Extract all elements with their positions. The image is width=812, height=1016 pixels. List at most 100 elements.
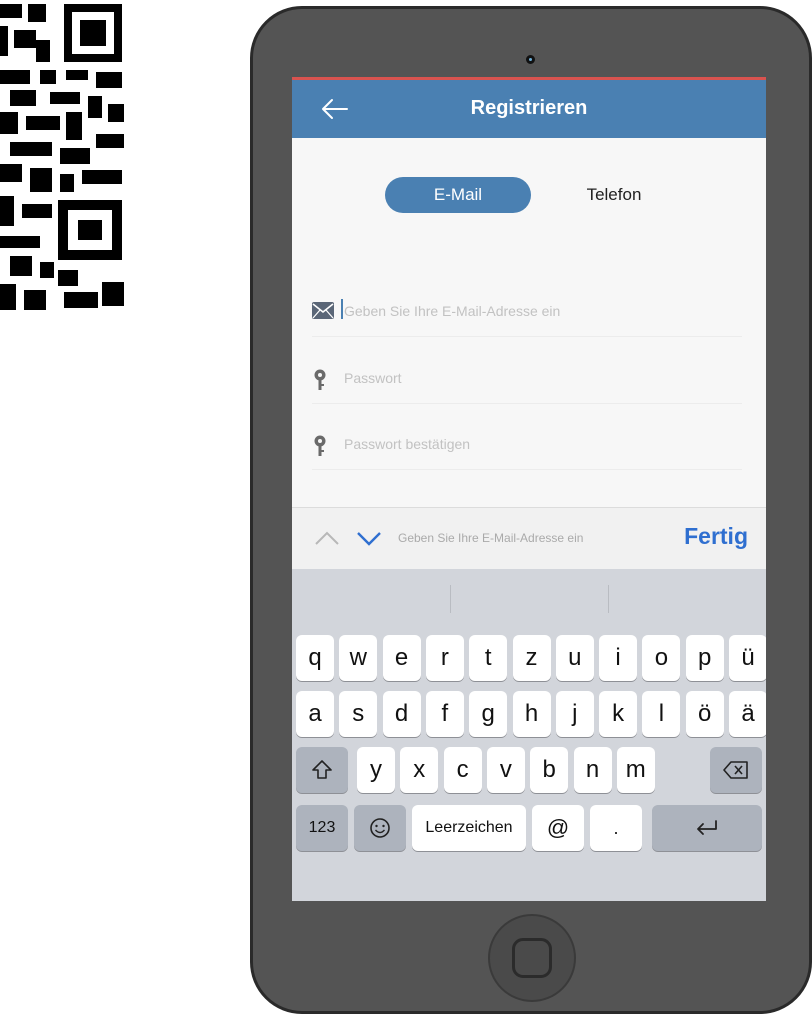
key-letter[interactable]: y xyxy=(357,747,395,793)
key-letter[interactable]: f xyxy=(425,691,464,737)
key-letter-label: q xyxy=(308,644,322,671)
key-letter-label: s xyxy=(352,700,365,727)
shift-key[interactable] xyxy=(296,747,348,793)
key-letter[interactable]: v xyxy=(486,747,525,793)
numbers-key-label: 123 xyxy=(308,819,336,836)
backspace-key[interactable] xyxy=(710,747,762,793)
key-letter[interactable]: o xyxy=(642,635,681,681)
home-button[interactable] xyxy=(488,914,576,1002)
tab-phone[interactable]: Telefon xyxy=(569,177,659,213)
key-letter-label: ä xyxy=(741,700,755,727)
key-letter-label: c xyxy=(456,756,469,783)
dot-key[interactable]: . xyxy=(590,805,642,851)
key-letter[interactable]: l xyxy=(642,691,681,737)
confirm-password-input[interactable] xyxy=(342,431,736,457)
nav-bar: Registrieren xyxy=(292,80,766,138)
suggestion-bar xyxy=(292,569,766,629)
tab-switcher: E-Mail Telefon xyxy=(292,138,766,256)
key-letter-label: y xyxy=(370,756,382,783)
envelope-icon xyxy=(312,302,334,319)
shift-icon xyxy=(312,760,332,779)
key-letter[interactable]: q xyxy=(296,635,334,681)
key-letter[interactable]: u xyxy=(555,635,594,681)
email-input[interactable] xyxy=(342,298,736,324)
key-letter-label: u xyxy=(568,644,582,671)
key-letter-label: e xyxy=(394,644,409,671)
suggestion-divider xyxy=(608,585,609,613)
key-letter-label: n xyxy=(585,756,600,783)
page-title: Registrieren xyxy=(470,97,588,119)
key-letter[interactable]: n xyxy=(573,747,612,793)
key-letter[interactable]: k xyxy=(599,691,638,737)
confirm-password-field[interactable] xyxy=(312,417,742,470)
qr-code xyxy=(0,0,126,320)
tab-email[interactable]: E-Mail xyxy=(385,177,531,213)
key-letter-label: w xyxy=(349,644,367,671)
space-key-label: Leerzeichen xyxy=(425,819,513,836)
key-letter[interactable]: d xyxy=(382,691,421,737)
home-button-square xyxy=(512,938,552,978)
key-letter[interactable]: ü xyxy=(729,635,766,681)
app-screen: Registrieren E-Mail Telefon Geben Sie Ih… xyxy=(292,77,766,901)
chevron-down-icon[interactable] xyxy=(356,530,382,546)
key-letter[interactable]: b xyxy=(530,747,569,793)
emoji-key[interactable] xyxy=(354,805,406,851)
at-key-label: @ xyxy=(546,815,570,840)
key-letter[interactable]: a xyxy=(296,691,334,737)
key-letter-label: l xyxy=(658,700,665,727)
key-letter[interactable]: p xyxy=(685,635,724,681)
email-field[interactable] xyxy=(312,284,742,337)
key-icon xyxy=(314,435,326,456)
key-letter-label: k xyxy=(612,700,625,727)
key-letter-label: o xyxy=(654,644,669,671)
key-letter-label: i xyxy=(615,644,621,671)
key-letter[interactable]: w xyxy=(339,635,378,681)
key-letter[interactable]: j xyxy=(555,691,594,737)
chevron-up-icon[interactable] xyxy=(314,530,340,546)
suggestion-divider xyxy=(450,585,451,613)
key-letter-label: r xyxy=(440,644,449,671)
keyboard-accessory-bar: Geben Sie Ihre E-Mail-Adresse ein Fertig xyxy=(292,507,766,570)
key-letter[interactable]: c xyxy=(443,747,482,793)
onscreen-keyboard: q w e r t z u i o p ü a s d f g h j k l ö ä y x c v b n m 123 Leerzeic… xyxy=(292,569,766,901)
at-key[interactable]: @ xyxy=(532,805,584,851)
key-letter-label: d xyxy=(394,700,409,727)
key-letter[interactable]: m xyxy=(616,747,655,793)
return-icon xyxy=(697,820,717,835)
key-letter-label: f xyxy=(441,700,449,727)
key-letter[interactable]: e xyxy=(382,635,421,681)
return-key[interactable] xyxy=(652,805,762,851)
key-letter-label: b xyxy=(542,756,556,783)
key-letter[interactable]: ö xyxy=(685,691,724,737)
camera-icon xyxy=(526,55,535,64)
key-letter[interactable]: t xyxy=(469,635,508,681)
key-letter-label: p xyxy=(698,644,712,671)
key-letter[interactable]: s xyxy=(339,691,378,737)
password-input[interactable] xyxy=(342,365,736,391)
accessory-hint: Geben Sie Ihre E-Mail-Adresse ein xyxy=(398,531,584,545)
key-letter-label: z xyxy=(525,644,538,671)
key-letter[interactable]: r xyxy=(425,635,464,681)
key-letter[interactable]: ä xyxy=(729,691,766,737)
done-button[interactable]: Fertig xyxy=(684,523,748,550)
key-letter-label: ö xyxy=(698,700,712,727)
password-field[interactable] xyxy=(312,351,742,404)
key-letter-label: x xyxy=(413,756,426,783)
key-letter[interactable]: z xyxy=(512,635,551,681)
numbers-key[interactable]: 123 xyxy=(296,805,348,851)
key-letter-label: a xyxy=(308,700,322,727)
key-letter-label: g xyxy=(481,700,495,727)
key-letter-label: t xyxy=(484,644,492,671)
key-letter-label: ü xyxy=(741,644,755,671)
key-letter-label: h xyxy=(524,700,539,727)
phone-frame: Registrieren E-Mail Telefon Geben Sie Ih… xyxy=(250,6,812,1014)
dot-key-label: . xyxy=(613,818,619,838)
key-letter[interactable]: h xyxy=(512,691,551,737)
key-letter[interactable]: i xyxy=(599,635,638,681)
key-letter[interactable]: g xyxy=(469,691,508,737)
key-letter-label: v xyxy=(499,756,512,783)
backspace-icon xyxy=(723,761,748,779)
emoji-icon xyxy=(370,818,390,838)
space-key[interactable]: Leerzeichen xyxy=(412,805,526,851)
key-letter[interactable]: x xyxy=(400,747,439,793)
